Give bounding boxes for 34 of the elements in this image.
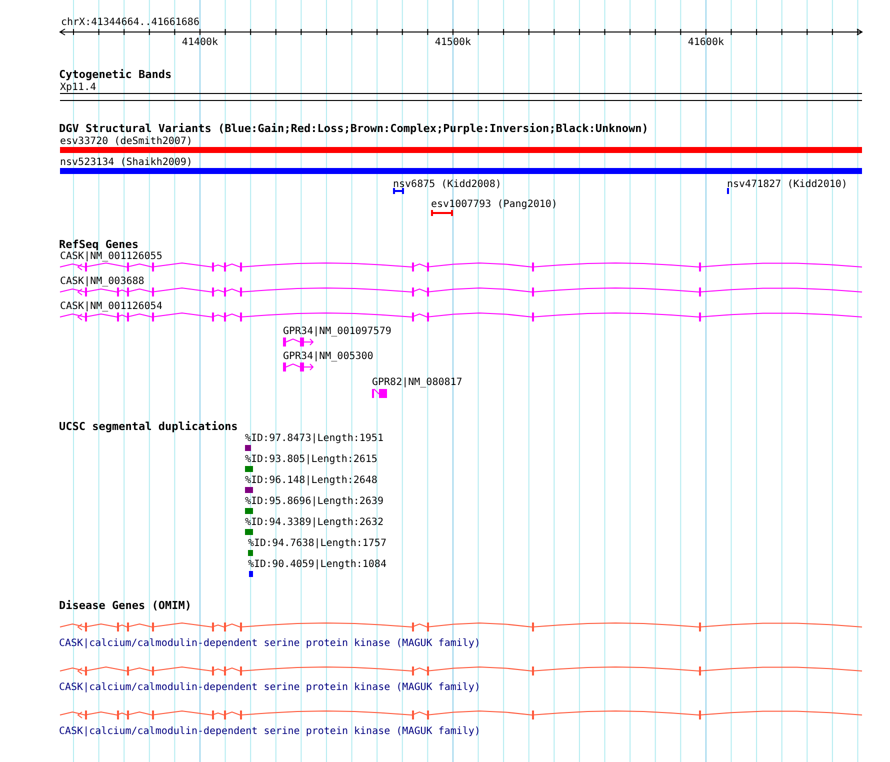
- variant-label: nsv471827 (Kidd2010): [727, 179, 848, 190]
- gene-label: CASK|NM_003688: [60, 276, 144, 287]
- track-title: UCSC segmental duplications: [59, 420, 238, 433]
- tick-label: 41500k: [434, 37, 472, 48]
- disease-gene-link[interactable]: CASK|calcium/calmodulin-dependent serine protein kinase (MAGUK family): [59, 726, 480, 737]
- gene-label: CASK|NM_001126054: [60, 301, 162, 312]
- tick-label: 41400k: [182, 37, 218, 48]
- track-title: Disease Genes (OMIM): [59, 599, 192, 612]
- gene-label: GPR82|NM_080817: [372, 377, 462, 388]
- variant-label: nsv523134 (Shaikh2009): [60, 157, 192, 168]
- duplication-label: %ID:97.8473|Length:1951: [245, 433, 384, 444]
- duplication-label: %ID:94.3389|Length:2632: [245, 517, 384, 528]
- duplication-label: %ID:95.8696|Length:2639: [245, 496, 384, 507]
- duplication-label: %ID:93.805|Length:2615: [245, 454, 378, 465]
- band-label: Xp11.4: [60, 82, 96, 93]
- tick-label: 41600k: [688, 37, 724, 48]
- track-title: DGV Structural Variants (Blue:Gain;Red:Loss;Brown:Complex;Purple:Inversion;Black:Unknown): [59, 122, 648, 135]
- gene-model: [283, 338, 314, 346]
- disease-gene-link[interactable]: CASK|calcium/calmodulin-dependent serine protein kinase (MAGUK family): [59, 682, 480, 693]
- gene-model: [372, 388, 387, 398]
- gene-label: GPR34|NM_005300: [283, 351, 374, 362]
- variant-label: nsv6875 (Kidd2008): [393, 179, 502, 190]
- track-title: Cytogenetic Bands: [59, 68, 172, 81]
- gene-model: [283, 362, 314, 372]
- track-title: RefSeq Genes: [59, 238, 138, 251]
- disease-gene-link[interactable]: CASK|calcium/calmodulin-dependent serine protein kinase (MAGUK family): [59, 638, 480, 649]
- duplication-label: %ID:96.148|Length:2648: [245, 475, 378, 486]
- variant-label: esv1007793 (Pang2010): [431, 199, 558, 210]
- variant-label: esv33720 (deSmith2007): [60, 136, 192, 147]
- position-label: chrX:41344664..41661686: [61, 17, 200, 28]
- gene-label: CASK|NM_001126055: [60, 251, 162, 262]
- duplication-label: %ID:94.7638|Length:1757: [248, 538, 386, 549]
- gene-label: GPR34|NM_001097579: [283, 326, 392, 337]
- duplication-label: %ID:90.4059|Length:1084: [248, 559, 386, 570]
